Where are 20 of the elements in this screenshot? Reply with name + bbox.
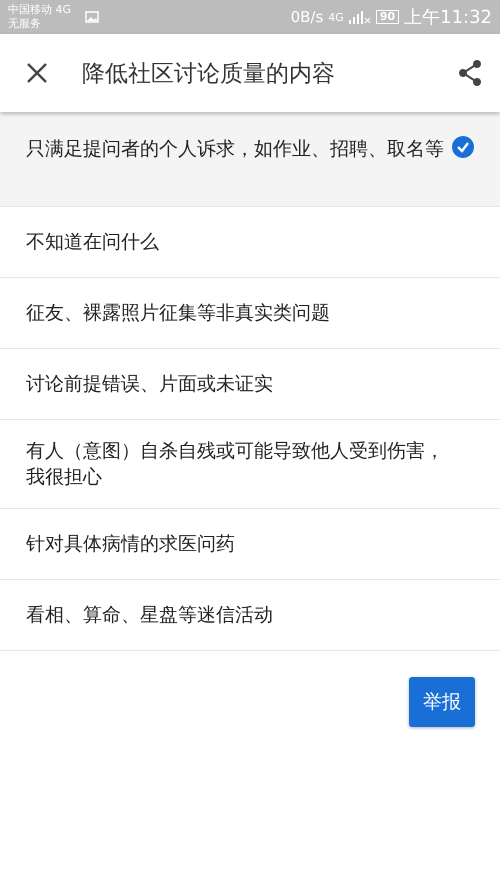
close-icon[interactable] [26, 62, 48, 84]
report-button[interactable]: 举报 [409, 677, 475, 727]
image-icon [85, 11, 100, 23]
clock-text: 上午11:32 [404, 6, 492, 29]
check-icon [452, 136, 474, 158]
option-item[interactable]: 看相、算命、星盘等迷信活动 [0, 580, 500, 651]
network-text: 4G [328, 10, 344, 24]
option-item[interactable]: 不知道在问什么 [0, 207, 500, 278]
battery-icon: 90 [376, 10, 400, 24]
option-item[interactable]: 征友、裸露照片征集等非真实类问题 [0, 278, 500, 349]
option-item[interactable]: 讨论前提错误、片面或未证实 [0, 349, 500, 420]
signal-icon [348, 10, 371, 24]
service-text: 无服务 [8, 17, 42, 31]
page-title: 降低社区讨论质量的内容 [82, 60, 336, 88]
option-item[interactable]: 只满足提问者的个人诉求，如作业、招聘、取名等 [0, 112, 500, 207]
speed-text: 0B/s [290, 8, 324, 26]
option-item[interactable]: 针对具体病情的求医问药 [0, 509, 500, 580]
option-item[interactable]: 有人（意图）自杀自残或可能导致他人受到伤害，我很担心 [0, 420, 500, 509]
share-icon[interactable] [458, 60, 482, 86]
carrier-text: 中国移动 4G [8, 3, 72, 17]
